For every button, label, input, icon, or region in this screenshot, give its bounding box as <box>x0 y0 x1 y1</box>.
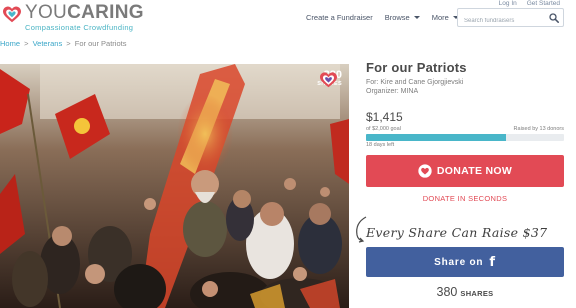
get-started-link[interactable]: Get Started <box>527 0 560 7</box>
campaign-title: For our Patriots <box>366 60 467 75</box>
crowd-with-flags-image <box>0 64 349 308</box>
shares-label: SHARES <box>460 289 494 298</box>
organizer-line: Organizer: MINA <box>366 88 419 95</box>
more-menu[interactable]: More <box>432 13 459 22</box>
goal-text: of $2,000 goal <box>366 126 401 132</box>
search-input[interactable] <box>458 12 546 30</box>
heart-logo-icon <box>320 72 338 88</box>
login-link[interactable]: Log In <box>499 0 517 7</box>
top-header: YOUCARING Compassionate Crowdfunding Log… <box>0 0 576 36</box>
share-on-facebook-button[interactable]: Share on f <box>366 247 564 277</box>
days-left: 18 days left <box>366 142 395 148</box>
shares-counter: 380 SHARES <box>366 283 564 301</box>
breadcrumb-veterans[interactable]: Veterans <box>33 39 63 48</box>
create-fundraiser-link[interactable]: Create a Fundraiser <box>306 13 373 22</box>
breadcrumb-home[interactable]: Home <box>0 39 20 48</box>
utility-links: Log In Get Started <box>499 0 560 7</box>
heart-logo-icon <box>3 6 21 23</box>
breadcrumb-separator: > <box>66 39 71 48</box>
search-box <box>457 8 564 30</box>
facebook-icon: f <box>489 254 496 270</box>
youcaring-logo[interactable]: YOUCARING Compassionate Crowdfunding <box>3 2 144 32</box>
heart-icon <box>418 164 432 178</box>
brand-name-bold: CARING <box>67 2 144 23</box>
share-count-badge: 380 SHARES <box>317 70 342 88</box>
funding-progress-bar <box>366 134 564 141</box>
campaign-photo[interactable]: 380 SHARES <box>0 64 349 308</box>
brand-name: YOUCARING <box>25 2 144 23</box>
share-on-label: Share on <box>434 256 484 268</box>
donate-now-button[interactable]: DONATE NOW <box>366 155 564 187</box>
more-label: More <box>431 13 449 22</box>
shares-number: 380 <box>436 285 458 299</box>
breadcrumb-separator: > <box>24 39 29 48</box>
brand-name-light: YOU <box>25 2 68 23</box>
beneficiary-line: For: Kire and Cane Gjorgjievski <box>366 79 464 86</box>
breadcrumb-current: For our Patriots <box>74 39 127 48</box>
create-fundraiser-label: Create a Fundraiser <box>306 13 373 22</box>
donate-now-label: DONATE NOW <box>436 165 513 177</box>
breadcrumb: Home > Veterans > For our Patriots <box>0 39 126 48</box>
campaign-info: For our Patriots For: Kire and Cane Gjor… <box>366 60 564 95</box>
every-share-caption: Every Share Can Raise $37 <box>366 225 548 240</box>
browse-label: Browse <box>384 13 410 22</box>
brand-tagline: Compassionate Crowdfunding <box>25 23 134 32</box>
amount-raised: $1,415 <box>366 110 403 124</box>
search-icon[interactable] <box>549 13 559 23</box>
donate-in-seconds-link[interactable]: DONATE IN SECONDS <box>366 194 564 203</box>
main-nav: Create a Fundraiser Browse More <box>306 13 471 22</box>
chevron-down-icon <box>413 16 420 19</box>
donor-count: Raised by 13 donors <box>513 126 564 132</box>
funding-progress-fill <box>366 134 507 141</box>
browse-menu[interactable]: Browse <box>385 13 420 22</box>
